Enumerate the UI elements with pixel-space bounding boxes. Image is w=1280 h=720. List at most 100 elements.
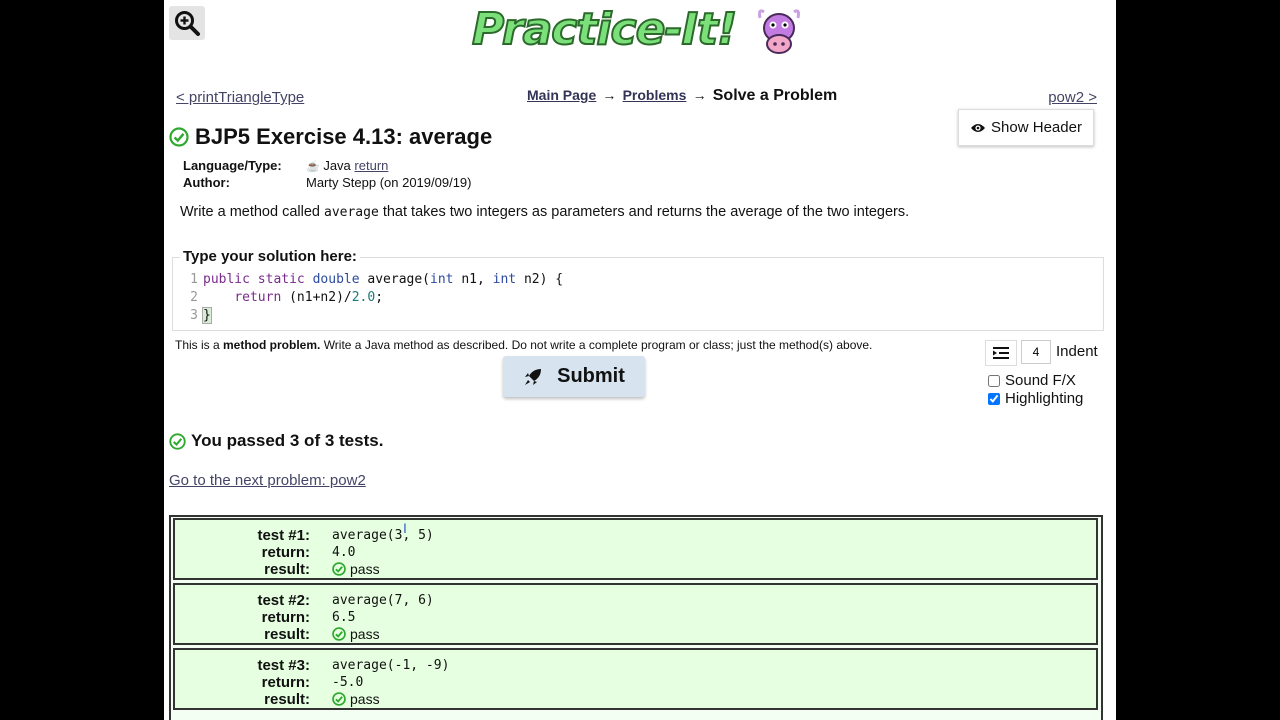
test-result-status: pass xyxy=(332,561,380,577)
check-circle-icon xyxy=(332,692,346,706)
practice-it-page: Practice-It! < printTriangleType Main Pa… xyxy=(164,0,1116,720)
code-token: n2) { xyxy=(516,272,564,287)
note-bold: method problem. xyxy=(223,338,321,352)
indent-code-button[interactable] xyxy=(985,340,1017,366)
code-token: double xyxy=(312,272,360,287)
breadcrumb: Main Page → Problems → Solve a Problem xyxy=(527,87,837,105)
submit-button[interactable]: Submit xyxy=(503,356,645,397)
return-label: return: xyxy=(261,544,310,561)
code-token: public xyxy=(203,272,250,287)
line-number: 1 xyxy=(190,272,198,287)
breadcrumb-problems[interactable]: Problems xyxy=(623,87,687,103)
code-token: (n1+n2)/ xyxy=(281,290,352,305)
test-result: test #1: average(3, 5) return: 4.0 result: pa… xyxy=(173,518,1098,580)
coffee-cup-icon: ☕ xyxy=(306,161,320,173)
test-result-status: pass xyxy=(332,691,380,707)
result-label: result: xyxy=(264,561,310,578)
line-number: 3 xyxy=(190,308,198,323)
cow-mascot-icon xyxy=(758,9,800,54)
note-text: This is a xyxy=(175,338,224,352)
breadcrumb-arrow: → xyxy=(692,87,707,103)
next-problem-nav-link[interactable]: pow2 > xyxy=(1048,89,1097,106)
show-header-button[interactable]: Show Header xyxy=(958,109,1094,146)
code-token: ; xyxy=(375,290,384,305)
test-label: test #1: xyxy=(257,527,310,544)
sound-fx-checkbox[interactable] xyxy=(988,374,1000,387)
rocket-icon xyxy=(525,368,542,385)
zoom-button[interactable] xyxy=(169,6,205,40)
show-header-label: Show Header xyxy=(991,119,1082,136)
breadcrumb-arrow: → xyxy=(602,87,617,103)
indent-label: Indent xyxy=(1056,343,1098,360)
solution-label: Type your solution here: xyxy=(180,248,360,265)
code-token: n1, xyxy=(453,272,493,287)
code-token: return xyxy=(234,290,282,305)
code-token: int xyxy=(492,272,517,287)
result-text: pass xyxy=(350,691,380,707)
test-results-table: test #1: average(3, 5) return: 4.0 result: pa… xyxy=(169,515,1103,720)
highlighting-checkbox[interactable] xyxy=(988,392,1000,405)
test-result: test #2: average(7, 6) return: 6.5 result: pa… xyxy=(173,583,1098,645)
highlighting-option[interactable]: Highlighting xyxy=(988,390,1083,407)
type-return-link[interactable]: return xyxy=(354,158,388,173)
test-result-status: pass xyxy=(332,626,380,642)
code-editor[interactable]: 1 public static double average(int n1, in… xyxy=(172,257,1104,331)
indent-size-input[interactable] xyxy=(1021,340,1051,364)
check-circle-icon xyxy=(169,127,189,147)
indent-icon xyxy=(993,347,1009,359)
practice-it-logo[interactable]: Practice-It! xyxy=(471,3,802,60)
description-text: Write a method called xyxy=(180,204,324,220)
language-name: Java xyxy=(323,158,351,173)
test-result: test #3: average(-1, -9) return: -5.0 result… xyxy=(173,648,1098,710)
line-number: 2 xyxy=(190,290,198,305)
code-text: } xyxy=(202,307,212,325)
return-label: return: xyxy=(261,674,310,691)
problem-description: Write a method called average that takes… xyxy=(180,204,909,220)
check-circle-icon xyxy=(169,432,186,450)
logo-text: Practice-It! xyxy=(471,3,738,56)
page-title: BJP5 Exercise 4.13: average xyxy=(195,124,493,149)
submit-label: Submit xyxy=(557,365,625,387)
return-label: return: xyxy=(261,609,310,626)
description-text: that takes two integers as parameters an… xyxy=(378,204,910,220)
breadcrumb-current: Solve a Problem xyxy=(712,87,838,104)
method-problem-note: This is a method problem. Write a Java m… xyxy=(175,338,872,352)
result-text: pass xyxy=(350,561,380,577)
check-circle-icon xyxy=(332,562,346,576)
test-return-value: 6.5 xyxy=(332,610,356,625)
note-text: Write a Java method as described. Do not… xyxy=(320,338,873,352)
code-text: public static double average(int n1, int… xyxy=(203,271,563,289)
text-cursor-icon: I xyxy=(403,520,407,536)
author-value: Marty Stepp (on 2019/09/19) xyxy=(306,175,472,190)
code-token: static xyxy=(257,272,305,287)
description-code: average xyxy=(324,205,379,220)
results-summary: You passed 3 of 3 tests. xyxy=(169,431,383,451)
test-label: test #2: xyxy=(257,592,310,609)
code-token: 2.0 xyxy=(351,290,376,305)
check-circle-icon xyxy=(332,627,346,641)
eye-icon xyxy=(971,123,986,132)
test-call: average(-1, -9) xyxy=(332,658,450,673)
code-text: return (n1+n2)/2.0; xyxy=(203,289,383,307)
test-call: average(7, 6) xyxy=(332,593,434,608)
author-label: Author: xyxy=(183,175,230,190)
result-text: pass xyxy=(350,626,380,642)
next-problem-link[interactable]: Go to the next problem: pow2 xyxy=(169,472,366,489)
previous-problem-link[interactable]: < printTriangleType xyxy=(176,89,304,106)
test-call: average(3, 5) xyxy=(332,528,434,543)
language-label: Language/Type: xyxy=(183,158,282,173)
test-label: test #3: xyxy=(257,657,310,674)
result-label: result: xyxy=(264,691,310,708)
problem-title-row: BJP5 Exercise 4.13: average xyxy=(169,124,492,150)
sound-fx-option[interactable]: Sound F/X xyxy=(988,372,1076,389)
code-token: average( xyxy=(359,272,431,287)
highlighting-label: Highlighting xyxy=(1005,390,1084,407)
results-summary-text: You passed 3 of 3 tests. xyxy=(191,431,384,450)
test-return-value: -5.0 xyxy=(332,675,364,690)
result-label: result: xyxy=(264,626,310,643)
code-token: } xyxy=(202,307,212,324)
breadcrumb-main-page[interactable]: Main Page xyxy=(527,87,596,103)
